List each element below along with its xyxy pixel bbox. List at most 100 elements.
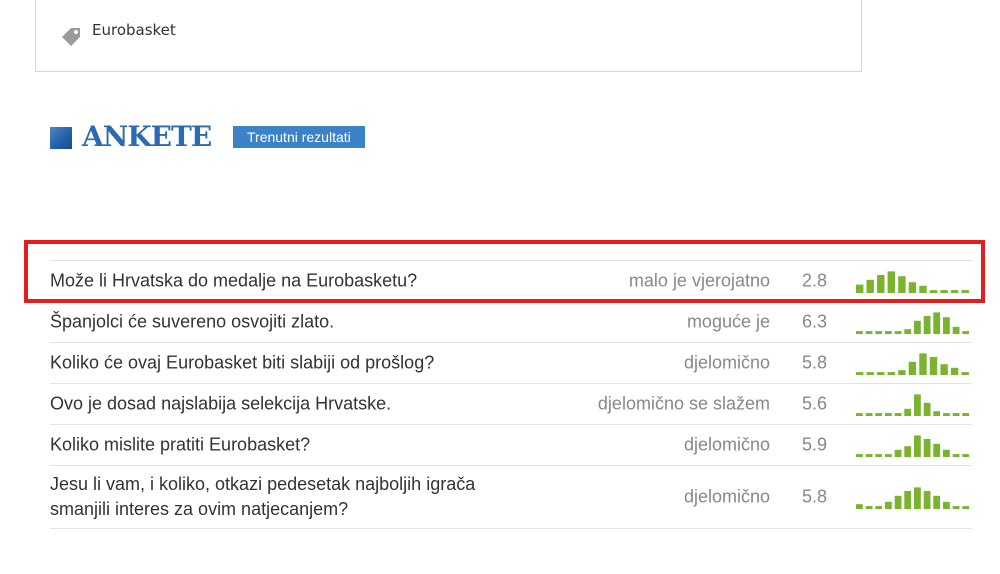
distribution-bar: [865, 506, 873, 509]
distribution-bar: [923, 402, 931, 416]
distribution-bar: [865, 331, 873, 334]
poll-score: 5.8: [802, 486, 828, 507]
distribution-bar: [919, 353, 927, 375]
distribution-bar: [908, 361, 917, 375]
poll-row[interactable]: Španjolci će suvereno osvojiti zlato. mo…: [50, 301, 972, 342]
distribution-bar: [919, 285, 927, 293]
poll-distribution-chart: [856, 435, 970, 457]
distribution-bar: [952, 454, 960, 457]
distribution-bar: [943, 501, 950, 509]
distribution-bar: [933, 411, 941, 416]
distribution-bar: [962, 454, 970, 457]
poll-answer: moguće je: [686, 311, 770, 332]
distribution-bar: [856, 454, 863, 457]
poll-table: Može li Hrvatska do medalje na Eurobaske…: [50, 260, 972, 529]
poll-row[interactable]: Može li Hrvatska do medalje na Eurobaske…: [50, 260, 972, 301]
distribution-bar: [929, 357, 938, 375]
distribution-bar: [894, 331, 902, 334]
distribution-bar: [894, 449, 902, 457]
distribution-bar: [885, 454, 892, 457]
distribution-bar: [904, 329, 912, 334]
distribution-bar: [952, 413, 960, 416]
distribution-bar: [877, 275, 885, 293]
distribution-bar: [923, 491, 931, 509]
poll-distribution-chart: [856, 312, 970, 334]
poll-score: 2.8: [802, 270, 828, 291]
poll-answer: malo je vjerojatno: [628, 270, 770, 291]
poll-score: 5.6: [802, 393, 828, 414]
distribution-bar: [904, 408, 912, 416]
distribution-bar: [856, 413, 863, 416]
distribution-bar: [940, 290, 948, 293]
distribution-bar: [866, 279, 874, 293]
distribution-bar: [914, 435, 921, 457]
distribution-bar: [908, 282, 917, 293]
distribution-bar: [961, 372, 969, 375]
distribution-bar: [940, 364, 948, 375]
distribution-bar: [856, 331, 863, 334]
distribution-bar: [856, 504, 863, 509]
poll-question[interactable]: Koliko će ovaj Eurobasket biti slabiji o…: [50, 351, 520, 376]
poll-score: 5.8: [802, 352, 828, 373]
poll-answer: djelomično se slažem: [597, 393, 770, 414]
distribution-bar: [887, 372, 895, 375]
poll-distribution-chart: [856, 271, 969, 293]
poll-score: 6.3: [802, 311, 828, 332]
poll-question[interactable]: Jesu li vam, i koliko, otkazi pedesetak …: [50, 472, 520, 522]
distribution-bar: [885, 501, 892, 509]
poll-question[interactable]: Koliko mislite pratiti Eurobasket?: [50, 433, 520, 458]
distribution-bar: [952, 506, 960, 509]
distribution-bar: [885, 413, 892, 416]
distribution-bar: [866, 372, 874, 375]
distribution-bar: [904, 446, 912, 457]
distribution-bar: [894, 495, 902, 509]
distribution-bar: [950, 367, 959, 375]
poll-row[interactable]: Koliko mislite pratiti Eurobasket? djelo…: [50, 424, 972, 465]
distribution-bar: [914, 320, 921, 334]
distribution-bar: [933, 443, 941, 457]
distribution-bar: [875, 506, 883, 509]
distribution-bar: [904, 491, 912, 509]
distribution-bar: [950, 290, 959, 293]
distribution-bar: [962, 413, 970, 416]
distribution-bar: [923, 439, 931, 457]
distribution-bar: [933, 495, 941, 509]
poll-row[interactable]: Jesu li vam, i koliko, otkazi pedesetak …: [50, 465, 972, 529]
distribution-bar: [898, 276, 906, 293]
poll-distribution-chart: [856, 487, 970, 509]
distribution-bar: [894, 413, 902, 416]
poll-distribution-chart: [856, 394, 970, 416]
distribution-bar: [885, 331, 892, 334]
distribution-bar: [875, 454, 883, 457]
distribution-bar: [962, 331, 970, 334]
tag-link[interactable]: Eurobasket: [92, 21, 176, 39]
distribution-bar: [943, 449, 950, 457]
distribution-bar: [933, 312, 941, 334]
tag-box: Eurobasket: [35, 0, 862, 72]
poll-row[interactable]: Ovo je dosad najslabija selekcija Hrvats…: [50, 383, 972, 424]
distribution-bar: [914, 487, 921, 509]
distribution-bar: [856, 284, 864, 293]
distribution-bar: [856, 372, 864, 375]
poll-question[interactable]: Može li Hrvatska do medalje na Eurobaske…: [50, 269, 520, 294]
distribution-bar: [875, 413, 883, 416]
distribution-bar: [943, 317, 950, 334]
distribution-bar: [865, 454, 873, 457]
poll-score: 5.9: [802, 434, 828, 455]
distribution-bar: [962, 506, 970, 509]
distribution-bar: [877, 372, 885, 375]
poll-distribution-chart: [856, 353, 969, 375]
current-results-button[interactable]: Trenutni rezultati: [233, 126, 365, 148]
poll-question[interactable]: Ovo je dosad najslabija selekcija Hrvats…: [50, 392, 520, 417]
section-title: ANKETE: [82, 120, 212, 153]
poll-answer: djelomično: [683, 352, 770, 373]
poll-answer: djelomično: [683, 434, 770, 455]
distribution-bar: [887, 271, 895, 293]
distribution-bar: [923, 316, 931, 334]
distribution-bar: [875, 331, 883, 334]
distribution-bar: [961, 290, 969, 293]
tag-icon: [62, 28, 80, 46]
poll-answer: djelomično: [683, 486, 770, 507]
poll-question[interactable]: Španjolci će suvereno osvojiti zlato.: [50, 310, 520, 335]
poll-row[interactable]: Koliko će ovaj Eurobasket biti slabiji o…: [50, 342, 972, 383]
